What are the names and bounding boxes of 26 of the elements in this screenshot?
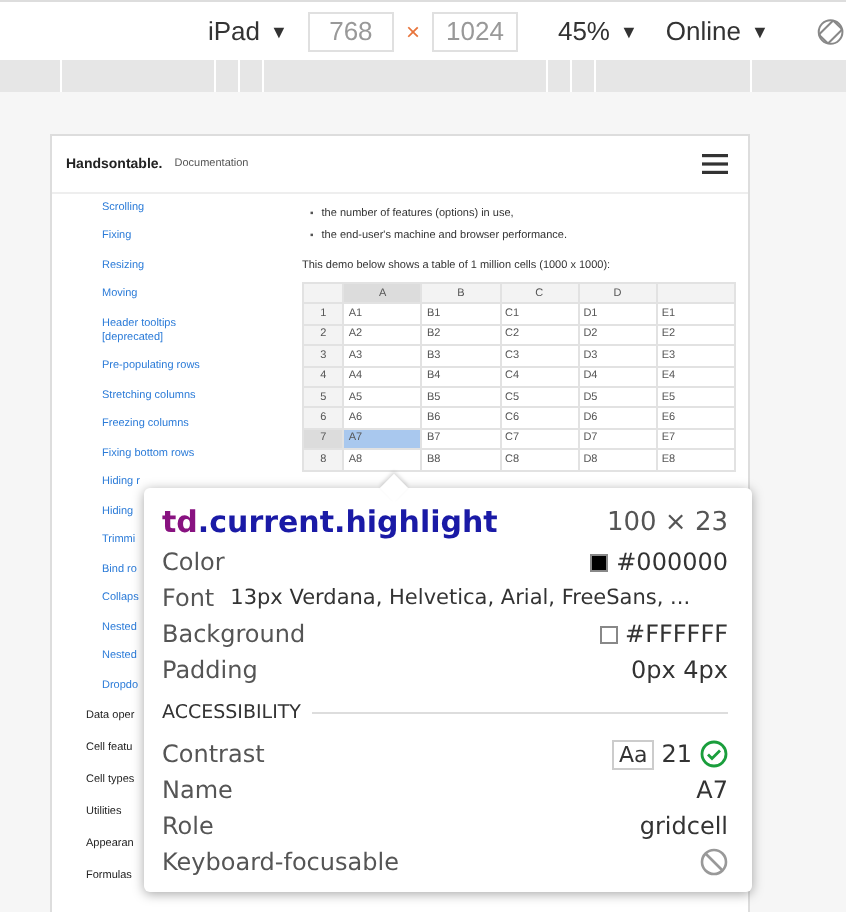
property-label: Contrast xyxy=(162,740,265,768)
element-selector: td.current.highlight xyxy=(162,504,498,540)
property-label: Keyboard-focusable xyxy=(162,848,399,876)
rotate-icon[interactable] xyxy=(816,15,846,47)
property-value: #FFFFFF xyxy=(625,620,728,648)
zoom-dropdown[interactable]: 45% ▼ xyxy=(549,16,646,46)
property-value: A7 xyxy=(696,776,728,804)
network-dropdown[interactable]: Online ▼ xyxy=(657,16,777,46)
corner-cell xyxy=(303,283,344,304)
element-size: 100 × 23 xyxy=(606,507,728,537)
contrast-ratio: 21 xyxy=(661,740,692,768)
property-value: gridcell xyxy=(639,812,728,840)
property-value: #000000 xyxy=(616,548,728,576)
contrast-sample: Aa xyxy=(612,739,654,769)
property-label: Padding xyxy=(162,656,258,684)
property-label: Color xyxy=(162,548,225,576)
property-label: Role xyxy=(162,812,214,840)
section-heading: ACCESSIBILITY xyxy=(162,701,301,723)
property-label: Font xyxy=(162,584,215,612)
device-dropdown[interactable]: iPad ▼ xyxy=(200,16,296,46)
menu-icon[interactable] xyxy=(702,154,728,174)
property-value: 13px Verdana, Helvetica, Arial, FreeSans, ... xyxy=(230,586,691,610)
property-label: Background xyxy=(162,620,306,648)
property-label: Name xyxy=(162,776,233,804)
times-sign: × xyxy=(405,17,420,45)
property-value: 0px 4px xyxy=(630,656,728,684)
